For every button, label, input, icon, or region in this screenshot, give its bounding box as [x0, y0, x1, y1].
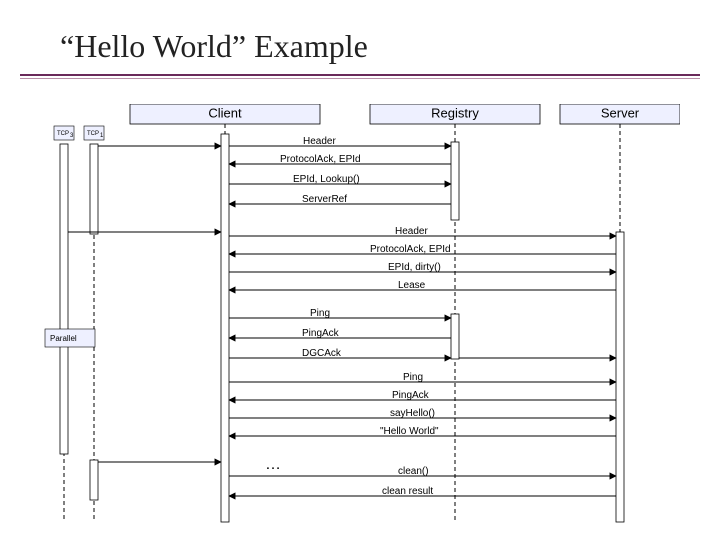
msg-protocolack-1-label: ProtocolAck, EPId: [280, 154, 361, 165]
slide-title: “Hello World” Example: [60, 28, 368, 65]
registry-lane-label: Registry: [431, 105, 479, 120]
client-activation: [221, 134, 229, 522]
msg-protocolack-2-label: ProtocolAck, EPId: [370, 244, 451, 255]
server-lane-label: Server: [601, 105, 640, 120]
tcp3-activation: [60, 144, 68, 454]
header-rule: [20, 74, 700, 76]
msg-ping-srv-label: Ping: [403, 372, 423, 383]
msg-clean-label: clean(): [398, 466, 429, 477]
parallel-label: Parallel: [50, 334, 77, 343]
msg-sayhello-label: sayHello(): [390, 408, 435, 419]
server-activation: [616, 232, 624, 522]
sequence-diagram: Client Registry Server TCP3 TCP1: [40, 104, 680, 524]
msg-dgcack-label: DGCAck: [302, 348, 342, 359]
msg-helloworld-label: "Hello World": [380, 426, 439, 437]
registry-activation-1: [451, 142, 459, 220]
msg-header-1-label: Header: [303, 136, 336, 147]
slide: “Hello World” Example “Hello World” Exam…: [0, 0, 720, 540]
msg-dirty-label: EPId, dirty(): [388, 262, 441, 273]
msg-pingack-srv-label: PingAck: [392, 390, 430, 401]
client-lane-label: Client: [208, 105, 242, 120]
ellipsis: …: [265, 456, 281, 473]
msg-pingack-reg-label: PingAck: [302, 328, 340, 339]
msg-header-2-label: Header: [395, 226, 428, 237]
msg-cleanresult-label: clean result: [382, 486, 433, 497]
msg-serverref-label: ServerRef: [302, 194, 347, 205]
registry-activation-2: [451, 314, 459, 359]
msg-lookup-label: EPId, Lookup(): [293, 174, 360, 185]
tcp1-activation-1: [90, 144, 98, 234]
msg-ping-reg-label: Ping: [310, 308, 330, 319]
header-rule-secondary: [20, 78, 700, 79]
tcp1-activation-2: [90, 460, 98, 500]
msg-lease-label: Lease: [398, 280, 426, 291]
